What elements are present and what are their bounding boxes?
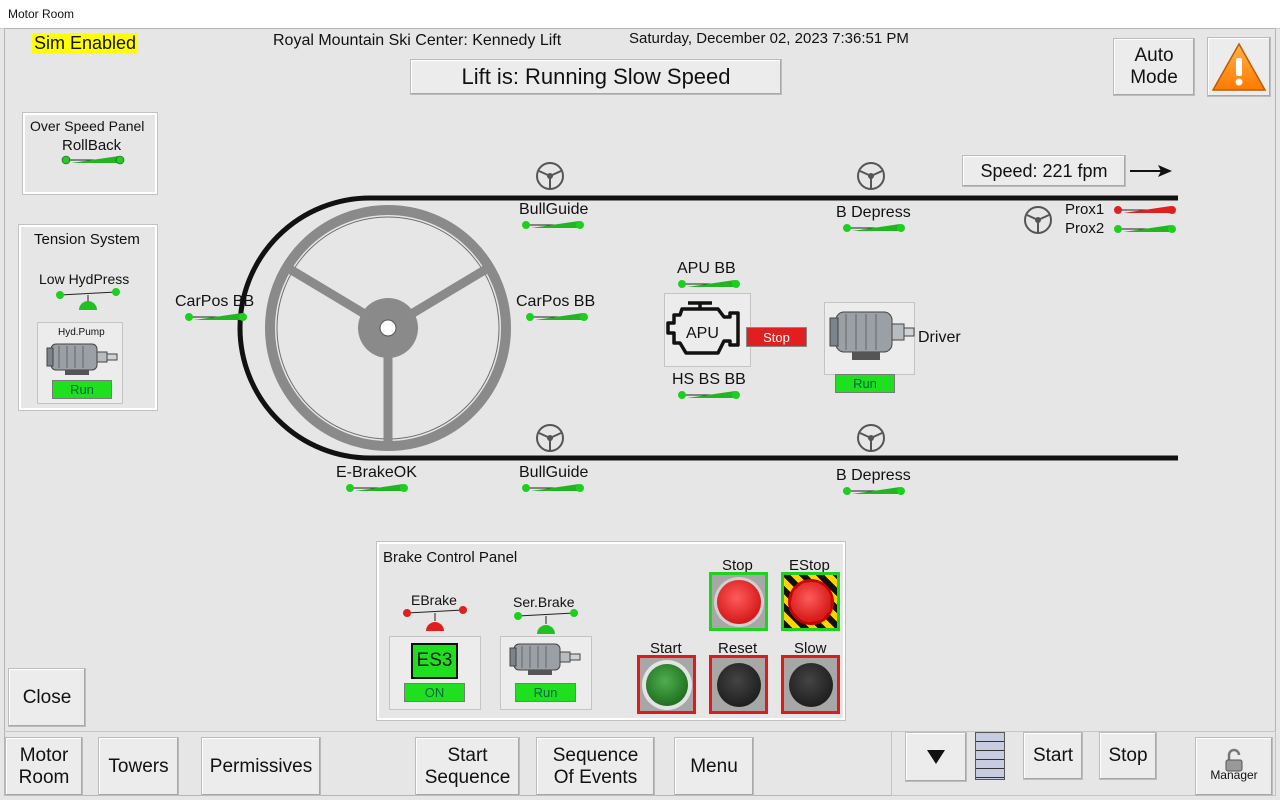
bullguide-top-label: BullGuide bbox=[519, 201, 589, 218]
close-button-label: Close bbox=[22, 686, 72, 708]
nav-motor-room-button[interactable]: Motor Room bbox=[5, 737, 83, 796]
stop-button-label: Stop bbox=[1108, 745, 1148, 766]
apu-status: Stop bbox=[746, 327, 807, 347]
speed-display: Speed: 221 fpm bbox=[962, 155, 1126, 187]
nav-start-sequence-line2: Sequence bbox=[424, 766, 511, 788]
ebrake-ok-label: E-BrakeOK bbox=[336, 464, 417, 481]
ser-brake-label: Ser.Brake bbox=[513, 594, 575, 610]
slow-pushbutton-cap bbox=[788, 662, 833, 707]
slow-pushbutton[interactable] bbox=[781, 655, 840, 714]
estop-pushbutton-cap bbox=[790, 581, 831, 622]
hs-bs-bb-label: HS BS BB bbox=[672, 371, 746, 388]
nav-menu-button[interactable]: Menu bbox=[674, 737, 754, 796]
nav-towers-button[interactable]: Towers bbox=[98, 737, 179, 796]
right-arrow-icon bbox=[1130, 165, 1172, 177]
carpos-left-sensor bbox=[185, 313, 247, 321]
manager-login-button[interactable]: Manager bbox=[1195, 737, 1273, 796]
close-button[interactable]: Close bbox=[8, 668, 86, 727]
nav-permissives-button[interactable]: Permissives bbox=[201, 737, 321, 796]
apu-bb-sensor bbox=[678, 280, 740, 288]
nav-motor-room-line1: Motor bbox=[19, 744, 69, 766]
nav-soe-line2: Of Events bbox=[553, 766, 638, 788]
manager-label: Manager bbox=[1210, 767, 1258, 782]
prox1-label: Prox1 bbox=[1065, 201, 1105, 218]
apu-label: APU bbox=[686, 325, 719, 342]
nav-soe-line1: Sequence bbox=[552, 744, 639, 766]
start-button[interactable]: Start bbox=[1023, 732, 1083, 780]
stop-pushbutton-cap bbox=[716, 579, 761, 624]
carpos-right-label: CarPos BB bbox=[516, 293, 596, 310]
ser-brake-status: Run bbox=[515, 683, 576, 702]
nav-menu-label: Menu bbox=[690, 755, 738, 777]
apu-bb-label: APU BB bbox=[677, 260, 736, 277]
ser-brake-indicator bbox=[514, 609, 578, 634]
es3-display: ES3 bbox=[411, 643, 458, 679]
nav-sequence-of-events-button[interactable]: Sequence Of Events bbox=[536, 737, 655, 796]
start-button-label: Start bbox=[1032, 745, 1074, 766]
driver-label: Driver bbox=[918, 329, 961, 346]
bullguide-top-sensor bbox=[522, 221, 584, 229]
nav-permissives-label: Permissives bbox=[209, 755, 313, 777]
bdepress-top-label: B Depress bbox=[836, 204, 911, 221]
bdepress-bottom-sensor bbox=[843, 487, 905, 495]
down-triangle-icon bbox=[927, 750, 945, 764]
steering-wheel-icon bbox=[857, 424, 885, 452]
steering-wheel-icon bbox=[1024, 206, 1052, 234]
prox1-sensor bbox=[1114, 206, 1176, 214]
start-pushbutton-cap bbox=[645, 663, 688, 706]
start-pushbutton[interactable] bbox=[637, 655, 696, 714]
hs-bs-bb-sensor bbox=[678, 391, 740, 399]
level-gauge bbox=[975, 732, 1005, 780]
scroll-down-button[interactable] bbox=[905, 732, 967, 782]
carpos-left-label: CarPos BB bbox=[175, 293, 255, 310]
reset-pushbutton[interactable] bbox=[709, 655, 768, 714]
driver-status: Run bbox=[835, 374, 895, 393]
bullwheel-icon bbox=[265, 205, 511, 451]
es3-status: ON bbox=[404, 683, 465, 702]
ebrake-indicator bbox=[403, 606, 467, 631]
bullguide-bottom-label: BullGuide bbox=[519, 464, 589, 481]
electric-motor-icon bbox=[829, 311, 915, 360]
bdepress-top-sensor bbox=[843, 224, 905, 232]
bdepress-bottom-label: B Depress bbox=[836, 467, 911, 484]
nav-start-sequence-line1: Start bbox=[447, 744, 488, 766]
nav-towers-label: Towers bbox=[108, 755, 169, 777]
electric-motor-icon bbox=[509, 643, 581, 675]
steering-wheel-icon bbox=[857, 162, 885, 190]
bullguide-bottom-sensor bbox=[522, 484, 584, 492]
stop-pushbutton[interactable] bbox=[709, 572, 768, 631]
prox2-sensor bbox=[1114, 225, 1176, 233]
estop-pushbutton[interactable] bbox=[781, 572, 840, 631]
brake-panel-title: Brake Control Panel bbox=[383, 549, 518, 566]
ebrake-ok-sensor bbox=[346, 484, 408, 492]
prox2-label: Prox2 bbox=[1065, 220, 1105, 237]
reset-pushbutton-cap bbox=[716, 662, 761, 707]
steering-wheel-icon bbox=[536, 424, 564, 452]
steering-wheel-icon bbox=[536, 162, 564, 190]
nav-motor-room-line2: Room bbox=[18, 766, 70, 788]
carpos-right-sensor bbox=[526, 313, 588, 321]
stop-button[interactable]: Stop bbox=[1099, 732, 1157, 780]
nav-start-sequence-button[interactable]: Start Sequence bbox=[415, 737, 520, 796]
speed-text: Speed: 221 fpm bbox=[980, 160, 1108, 181]
